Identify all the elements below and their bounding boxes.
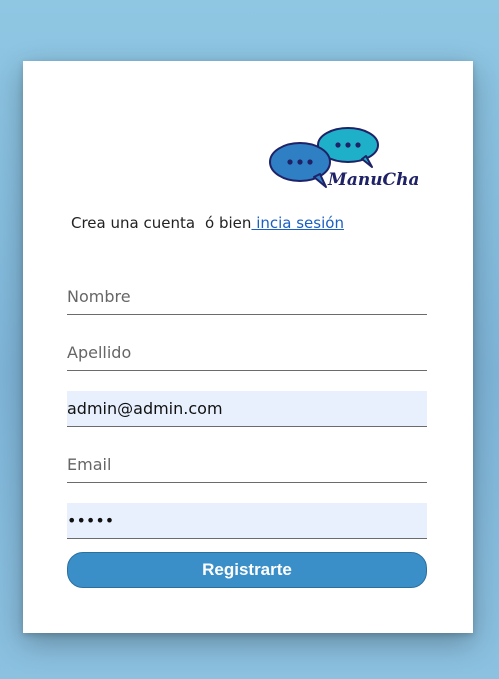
intro-connector: ó bien xyxy=(205,214,252,232)
username-input[interactable] xyxy=(67,391,427,427)
logo-wordmark: ManuChat xyxy=(327,170,418,190)
register-button[interactable]: Registrarte xyxy=(67,552,427,588)
signup-intro: Crea una cuenta ó bien incia sesión xyxy=(71,214,344,232)
apellido-input[interactable] xyxy=(67,335,427,371)
password-input[interactable] xyxy=(67,503,427,539)
signup-card: ManuChat Crea una cuenta ó bien incia ses… xyxy=(23,61,473,633)
login-link[interactable]: incia sesión xyxy=(251,214,344,232)
intro-text: Crea una cuenta xyxy=(71,214,196,232)
email-input[interactable] xyxy=(67,447,427,483)
manuchat-logo: ManuChat xyxy=(268,125,418,197)
nombre-input[interactable] xyxy=(67,279,427,315)
